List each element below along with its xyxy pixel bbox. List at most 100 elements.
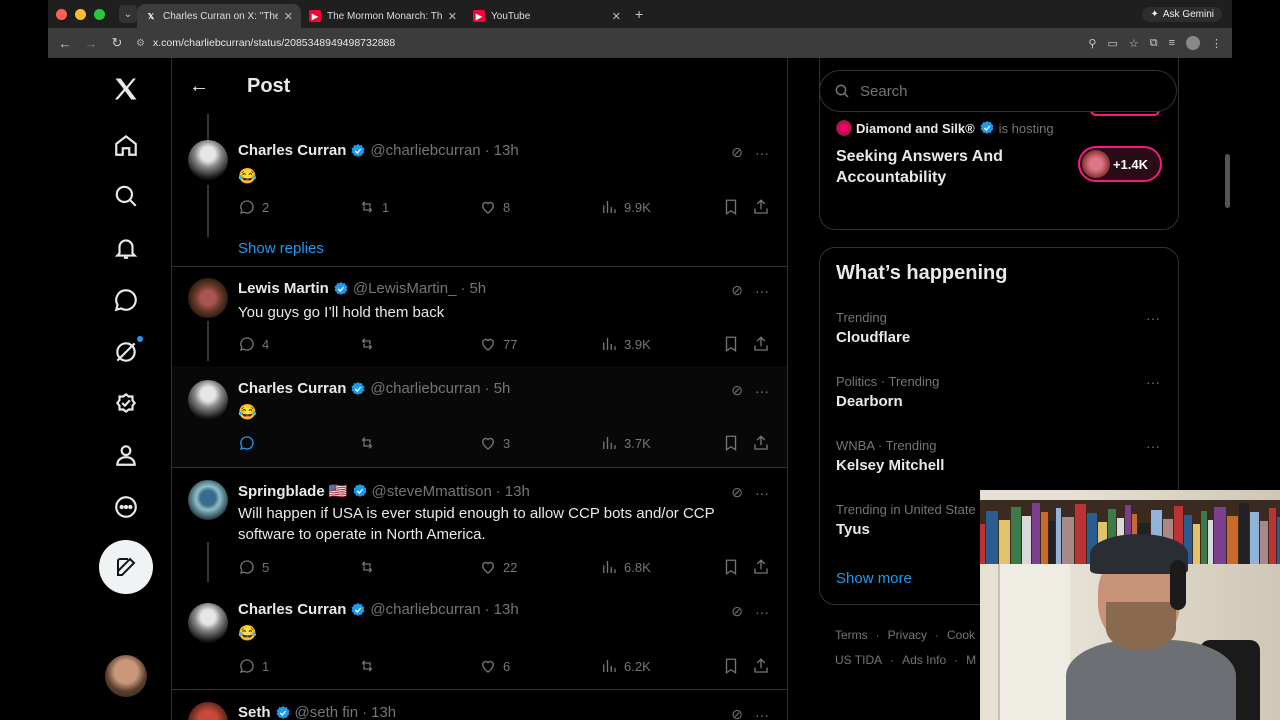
url-field[interactable]: ⚙ x.com/charliebcurran/status/2085348949… <box>136 37 1088 49</box>
close-tab-icon[interactable]: ✕ <box>448 10 457 23</box>
forward-arrow-icon[interactable]: → <box>78 36 104 51</box>
retweet-button[interactable]: 1 <box>358 198 389 216</box>
messages-icon[interactable] <box>109 283 143 317</box>
new-tab-button[interactable]: + <box>635 6 643 22</box>
account-avatar[interactable] <box>105 655 147 697</box>
avatar[interactable] <box>188 702 228 720</box>
tweet[interactable]: Charles Curran @charliebcurran · 13h ⊘ ·… <box>172 114 787 266</box>
minimize-window-button[interactable] <box>75 8 86 20</box>
compose-post-button[interactable] <box>99 540 153 594</box>
privacy-link[interactable]: Privacy <box>888 628 927 642</box>
search-box[interactable] <box>819 70 1177 112</box>
tweet[interactable]: Charles Curran @charliebcurran · 13h ⊘ ·… <box>172 583 787 690</box>
show-more-link[interactable]: Show more <box>836 570 912 587</box>
us-tida-link[interactable]: US TIDA <box>835 653 882 667</box>
avatar[interactable] <box>188 603 228 643</box>
ads-info-link[interactable]: Ads Info <box>902 653 946 667</box>
more-link[interactable]: M <box>966 653 976 667</box>
explore-search-icon[interactable] <box>109 179 143 213</box>
verified-orgs-icon[interactable] <box>109 386 143 420</box>
close-window-button[interactable] <box>56 8 67 20</box>
more-options-icon[interactable]: ··· <box>1146 438 1160 454</box>
home-icon[interactable] <box>109 128 143 162</box>
more-options-icon[interactable]: ··· <box>755 604 769 620</box>
trend-item[interactable]: Politics · Trending Dearborn ··· <box>836 374 1166 410</box>
author-name[interactable]: Charles Curran <box>238 601 346 618</box>
retweet-button[interactable] <box>358 558 382 576</box>
tweet-time[interactable]: 13h <box>494 142 519 159</box>
tweet-time[interactable]: 5h <box>469 280 486 297</box>
notifications-bell-icon[interactable] <box>109 231 143 265</box>
grok-icon[interactable]: ⊘ <box>731 484 743 501</box>
reload-icon[interactable]: ↻ <box>104 35 130 51</box>
like-button[interactable]: 6 <box>479 657 510 675</box>
host-avatar[interactable] <box>836 120 852 136</box>
like-button[interactable]: 22 <box>479 558 517 576</box>
author-handle[interactable]: @steveMmattison <box>372 483 492 500</box>
share-button[interactable] <box>752 434 770 452</box>
share-button[interactable] <box>752 657 770 675</box>
retweet-button[interactable] <box>358 434 382 452</box>
tweet-time[interactable]: 13h <box>505 483 530 500</box>
menu-kebab-icon[interactable]: ⋮ <box>1211 37 1222 50</box>
profile-icon[interactable] <box>109 438 143 472</box>
author-handle[interactable]: @charliebcurran <box>370 601 480 618</box>
share-button[interactable] <box>752 198 770 216</box>
more-options-icon[interactable]: ··· <box>755 383 769 399</box>
more-options-icon[interactable]: ··· <box>755 485 769 501</box>
cast-icon[interactable]: ▭ <box>1107 37 1117 50</box>
cookie-link[interactable]: Cook <box>947 628 975 642</box>
tweet[interactable]: Springblade 🇺🇸 @steveMmattison · 13h ⊘ ·… <box>172 468 787 583</box>
grok-icon[interactable]: ⊘ <box>731 282 743 299</box>
author-name[interactable]: Charles Curran <box>238 142 346 159</box>
bookmark-button[interactable] <box>722 198 740 216</box>
more-options-icon[interactable]: ··· <box>755 145 769 161</box>
more-circle-icon[interactable] <box>109 490 143 524</box>
browser-tab[interactable]: ▶ YouTube ✕ <box>465 4 629 28</box>
space-title[interactable]: Seeking Answers And Accountability <box>836 146 1036 188</box>
back-arrow-icon[interactable]: ← <box>52 36 78 51</box>
views-button[interactable]: 9.9K <box>600 198 651 216</box>
tweet[interactable]: Charles Curran @charliebcurran · 5h ⊘ ··… <box>172 366 787 468</box>
ask-gemini-button[interactable]: ✦ Ask Gemini <box>1142 6 1222 22</box>
profile-avatar[interactable] <box>1186 36 1200 50</box>
like-button[interactable]: 3 <box>479 434 510 452</box>
tab-search-icon[interactable]: ⌄ <box>119 5 137 23</box>
bookmark-button[interactable] <box>722 434 740 452</box>
share-button[interactable] <box>752 558 770 576</box>
close-tab-icon[interactable]: ✕ <box>284 10 293 23</box>
author-name[interactable]: Lewis Martin <box>238 280 329 297</box>
maximize-window-button[interactable] <box>94 8 105 20</box>
grok-icon[interactable]: ⊘ <box>731 144 743 161</box>
more-options-icon[interactable]: ··· <box>1146 310 1160 326</box>
author-handle[interactable]: @seth fin <box>295 704 359 720</box>
tweet-time[interactable]: 13h <box>494 601 519 618</box>
bookmark-star-icon[interactable]: ☆ <box>1129 37 1139 50</box>
zoom-icon[interactable]: ⚲ <box>1088 37 1096 50</box>
tweet[interactable]: Lewis Martin @LewisMartin_ · 5h ⊘ ··· Yo… <box>172 266 787 366</box>
avatar[interactable] <box>188 140 228 180</box>
reply-button[interactable] <box>238 434 262 452</box>
more-options-icon[interactable]: ··· <box>755 283 769 299</box>
author-name[interactable]: Charles Curran <box>238 380 346 397</box>
avatar[interactable] <box>188 480 228 520</box>
views-button[interactable]: 6.2K <box>600 657 651 675</box>
space-listeners-pill[interactable]: +1.4K <box>1078 146 1162 182</box>
grok-icon[interactable]: ⊘ <box>731 603 743 620</box>
terms-link[interactable]: Terms <box>835 628 868 642</box>
views-button[interactable]: 6.8K <box>600 558 651 576</box>
retweet-button[interactable] <box>358 657 382 675</box>
host-name[interactable]: Diamond and Silk® <box>856 121 975 136</box>
back-arrow-icon[interactable]: ← <box>189 75 209 98</box>
avatar[interactable] <box>188 278 228 318</box>
tweet[interactable]: Seth @seth fin · 13h ⊘ ··· <box>172 690 787 720</box>
views-button[interactable]: 3.9K <box>600 335 651 353</box>
like-button[interactable]: 77 <box>479 335 517 353</box>
retweet-button[interactable] <box>358 335 382 353</box>
browser-tab[interactable]: 𝕏 Charles Curran on X: "The ye ✕ <box>137 4 301 28</box>
reading-list-icon[interactable]: ≡ <box>1169 37 1175 49</box>
reply-button[interactable]: 2 <box>238 198 269 216</box>
reply-button[interactable]: 1 <box>238 657 269 675</box>
tweet-time[interactable]: 13h <box>371 704 396 720</box>
more-options-icon[interactable]: ··· <box>755 707 769 720</box>
